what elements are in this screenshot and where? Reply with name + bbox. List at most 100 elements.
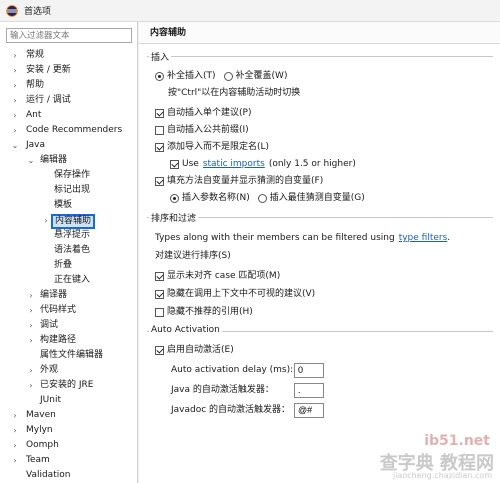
filter-input[interactable] bbox=[6, 28, 132, 43]
tree-item-debug[interactable]: › 调试 bbox=[0, 318, 138, 333]
hide-inaccessible-label: 隐藏在调用上下文中不可视的建议(V) bbox=[167, 289, 316, 299]
tree-item-mark-occurrences[interactable]: 标记出现 bbox=[0, 183, 138, 198]
checkbox-add-import[interactable] bbox=[155, 142, 164, 152]
tree-item-hovers[interactable]: 悬浮提示 bbox=[0, 228, 138, 243]
tree-item-run-debug[interactable]: › 运行 / 调试 bbox=[0, 93, 138, 108]
tree-item-save-actions[interactable]: 保存操作 bbox=[0, 168, 138, 183]
fill-arguments-row[interactable]: 填充方法自变量并显示猜测的自变量(F) bbox=[155, 174, 323, 188]
tree-item-junit[interactable]: JUnit bbox=[0, 393, 138, 408]
chevron-right-icon[interactable]: › bbox=[10, 48, 20, 63]
checkbox-use-static-imports[interactable] bbox=[170, 159, 179, 169]
chevron-right-icon[interactable]: › bbox=[10, 93, 20, 108]
radio-completion-overwrites[interactable] bbox=[223, 71, 233, 81]
chevron-right-icon[interactable]: › bbox=[26, 363, 36, 378]
tree-item-folding[interactable]: 折叠 bbox=[0, 258, 138, 273]
chevron-right-icon[interactable]: › bbox=[10, 123, 20, 138]
auto-activation-group: Auto Activation bbox=[147, 325, 493, 335]
checkbox-auto-insert-single[interactable] bbox=[155, 108, 164, 118]
tree-item-code-recommenders[interactable]: › Code Recommenders bbox=[0, 123, 138, 138]
chevron-right-icon[interactable]: › bbox=[26, 333, 36, 348]
javadoc-triggers-label: Javadoc 的自动激活触发器： bbox=[171, 405, 291, 415]
static-imports-link[interactable]: static imports bbox=[203, 157, 265, 171]
preference-page: 内容辅助 插入 补全插入(T) 补全覆盖(W) 按"Ctrl"以在内容辅助活动时… bbox=[139, 22, 500, 483]
auto-insert-prefix-row[interactable]: 自动插入公共前缀(I) bbox=[155, 123, 249, 137]
radio-completion-inserts[interactable] bbox=[155, 71, 164, 81]
tree-item-label: 属性文件编辑器 bbox=[40, 350, 104, 360]
radio-insert-best-guess[interactable] bbox=[257, 193, 267, 203]
checkbox-auto-insert-prefix[interactable] bbox=[155, 125, 164, 135]
tree-item-team[interactable]: › Team bbox=[0, 453, 138, 468]
checkbox-enable-auto-activation[interactable] bbox=[155, 345, 164, 355]
tree-item-label: Validation bbox=[26, 470, 71, 480]
tree-item-syntax-coloring[interactable]: 语法着色 bbox=[0, 243, 138, 258]
chevron-right-icon[interactable]: › bbox=[26, 288, 36, 303]
hide-deprecated-label: 隐藏不推荐的引用(H) bbox=[167, 307, 253, 317]
radio-insert-parameter-names[interactable] bbox=[170, 193, 179, 203]
sort-proposals-label: 对建议进行排序(S) bbox=[155, 251, 231, 261]
tree-item-mylyn[interactable]: › Mylyn bbox=[0, 423, 138, 438]
checkbox-hide-inaccessible[interactable] bbox=[155, 289, 164, 299]
tree-item-appearance[interactable]: › 外观 bbox=[0, 363, 138, 378]
window-title: 首选项 bbox=[24, 7, 52, 17]
tree-item-label: Mylyn bbox=[26, 425, 53, 435]
type-filters-link[interactable]: type filters bbox=[399, 231, 448, 245]
use-static-imports-row[interactable]: Use static imports (only 1.5 or higher) bbox=[170, 157, 356, 171]
tree-item-label: 编辑器 bbox=[40, 155, 68, 165]
chevron-right-icon[interactable]: › bbox=[10, 408, 20, 423]
fill-arguments-label: 填充方法自变量并显示猜测的自变量(F) bbox=[167, 176, 324, 186]
radio-insert-parameter-names-label: 插入参数名称(N) bbox=[182, 193, 250, 203]
tree-item-label: 安装 / 更新 bbox=[26, 65, 71, 75]
chevron-right-icon[interactable]: › bbox=[26, 303, 36, 318]
tree-item-java[interactable]: ⌄ Java bbox=[0, 138, 138, 153]
checkbox-fill-arguments[interactable] bbox=[155, 176, 164, 186]
enable-auto-activation-row[interactable]: 启用自动激活(E) bbox=[155, 343, 234, 357]
tree-item-label: 折叠 bbox=[54, 260, 73, 270]
chevron-down-icon[interactable]: ⌄ bbox=[26, 153, 36, 168]
tree-item-ant[interactable]: › Ant bbox=[0, 108, 138, 123]
tree-item-help[interactable]: › 帮助 bbox=[0, 78, 138, 93]
tree-item-install-update[interactable]: › 安装 / 更新 bbox=[0, 63, 138, 78]
chevron-right-icon[interactable]: › bbox=[10, 423, 20, 438]
tree-item-editor[interactable]: ⌄ 编辑器 bbox=[0, 153, 138, 168]
tree-item-compiler[interactable]: › 编译器 bbox=[0, 288, 138, 303]
hide-inaccessible-row[interactable]: 隐藏在调用上下文中不可视的建议(V) bbox=[155, 287, 315, 301]
chevron-down-icon[interactable]: ⌄ bbox=[10, 138, 20, 153]
checkbox-show-camel-case[interactable] bbox=[155, 271, 164, 281]
use-static-imports-prefix: Use bbox=[182, 159, 199, 169]
tree-item-general[interactable]: › 常规 bbox=[0, 48, 138, 63]
tree-item-label: 保存操作 bbox=[54, 170, 91, 180]
tree-item-typing[interactable]: 正在键入 bbox=[0, 273, 138, 288]
javadoc-triggers-input[interactable] bbox=[294, 402, 324, 418]
show-camel-case-row[interactable]: 显示未对齐 case 匹配项(M) bbox=[155, 269, 280, 283]
auto-insert-prefix-label: 自动插入公共前缀(I) bbox=[167, 125, 249, 135]
auto-insert-single-row[interactable]: 自动插入单个建议(P) bbox=[155, 106, 251, 120]
tree-item-oomph[interactable]: › Oomph bbox=[0, 438, 138, 453]
chevron-right-icon[interactable]: › bbox=[10, 63, 20, 78]
chevron-right-icon[interactable]: › bbox=[26, 318, 36, 333]
watermark-line3: jiaocheng.chazidian.com bbox=[392, 471, 492, 480]
chevron-right-icon[interactable]: › bbox=[10, 438, 20, 453]
chevron-right-icon[interactable]: › bbox=[26, 378, 36, 393]
tree-item-build-path[interactable]: › 构建路径 bbox=[0, 333, 138, 348]
hide-deprecated-row[interactable]: 隐藏不推荐的引用(H) bbox=[155, 305, 253, 319]
java-triggers-input[interactable] bbox=[294, 382, 324, 398]
show-camel-case-label: 显示未对齐 case 匹配项(M) bbox=[167, 271, 281, 281]
chevron-right-icon[interactable]: › bbox=[10, 78, 20, 93]
tree-item-properties-editor[interactable]: 属性文件编辑器 bbox=[0, 348, 138, 363]
auto-activation-group-title: Auto Activation bbox=[149, 325, 222, 335]
chevron-right-icon[interactable]: › bbox=[10, 108, 20, 123]
toggle-hint: 按"Ctrl"以在内容辅助活动时切换 bbox=[168, 88, 301, 98]
tree-item-templates[interactable]: 模板 bbox=[0, 198, 138, 213]
tree-item-label: 帮助 bbox=[26, 80, 45, 90]
tree-item-content-assist[interactable]: › 内容辅助 bbox=[0, 213, 138, 229]
checkbox-hide-deprecated[interactable] bbox=[155, 307, 164, 317]
tree-item-code-style[interactable]: › 代码样式 bbox=[0, 303, 138, 318]
tree-item-label: Code Recommenders bbox=[26, 125, 123, 135]
tree-item-maven[interactable]: › Maven bbox=[0, 408, 138, 423]
tree-item-validation[interactable]: Validation bbox=[0, 468, 138, 483]
add-import-row[interactable]: 添加导入而不是限定名(L) bbox=[155, 140, 269, 154]
chevron-right-icon[interactable]: › bbox=[41, 213, 51, 228]
delay-input[interactable] bbox=[294, 362, 324, 378]
tree-item-installed-jres[interactable]: › 已安装的 JRE bbox=[0, 378, 138, 393]
chevron-right-icon[interactable]: › bbox=[10, 453, 20, 468]
